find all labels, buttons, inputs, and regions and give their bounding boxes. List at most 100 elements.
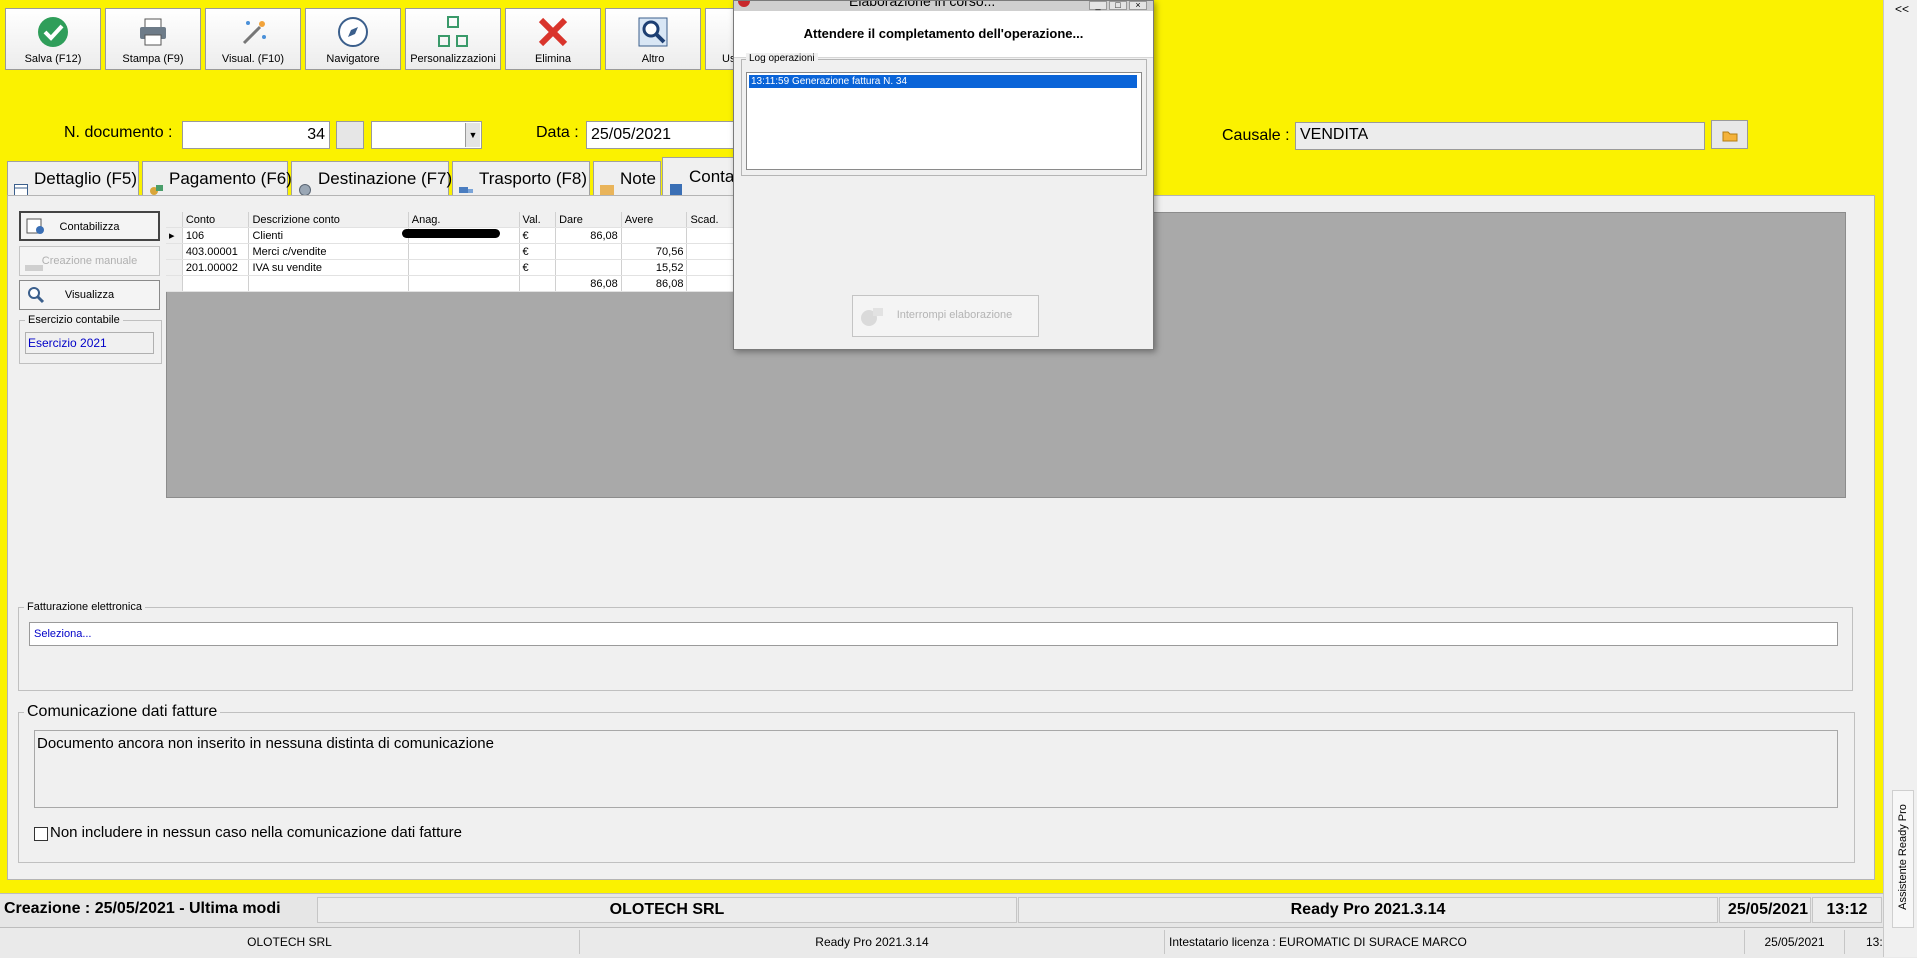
interrompi-button[interactable]: Interrompi elaborazione (852, 295, 1039, 337)
cell-conto[interactable]: 106 (182, 227, 250, 244)
esercizio-field[interactable]: Esercizio 2021 (25, 332, 154, 354)
creazione-manuale-label: Creazione manuale (41, 255, 138, 267)
column-header[interactable]: Anag. (408, 212, 520, 228)
delete-button[interactable]: Elimina (505, 8, 601, 70)
causale-field[interactable]: VENDITA (1295, 122, 1705, 150)
collapse-button[interactable]: << (1895, 2, 1909, 16)
book-icon (669, 172, 683, 196)
close-icon[interactable]: × (1129, 1, 1147, 10)
cell-anag[interactable] (408, 243, 520, 260)
truck-icon (459, 174, 473, 193)
cell-descrizione[interactable]: Merci c/vendite (248, 243, 409, 260)
note-icon (600, 174, 614, 195)
causale-lookup-button[interactable] (1711, 120, 1748, 149)
cell-scad[interactable] (686, 227, 734, 244)
navigator-label: Navigatore (326, 53, 380, 65)
app-shield-icon (738, 1, 750, 7)
creazione-manuale-button[interactable]: Creazione manuale (19, 246, 160, 276)
cell-avere[interactable] (621, 227, 688, 244)
column-header[interactable]: Descrizione conto (248, 212, 409, 228)
contabilizza-button[interactable]: Contabilizza (19, 211, 160, 241)
fatturazione-group (18, 607, 1853, 691)
cell-empty (248, 275, 409, 292)
customize-button[interactable]: Personalizzazioni (405, 8, 501, 70)
dialog-message: Attendere il completamento dell'operazio… (803, 26, 1084, 41)
exit-button[interactable]: Us (705, 8, 735, 70)
table-row[interactable]: 403.00001 Merci c/vendite € 70,56 (166, 243, 734, 260)
tab-trasporto-label: Trasporto (F8) (479, 169, 588, 188)
chevron-down-icon[interactable]: ▼ (465, 123, 480, 147)
delete-label: Elimina (534, 53, 572, 65)
assistant-tab[interactable]: Assistente Ready Pro (1892, 790, 1914, 928)
cell-scad[interactable] (686, 243, 734, 260)
column-header[interactable]: Val. (519, 212, 557, 228)
total-dare: 86,08 (555, 275, 622, 292)
minimize-icon[interactable]: _ (1089, 1, 1107, 10)
table-row[interactable]: ▸ 106 Clienti € 86,08 (166, 227, 734, 244)
visualizza-button[interactable]: Visualizza (19, 280, 160, 310)
cell-dare[interactable] (555, 259, 622, 276)
tab-dettaglio[interactable]: Dettaglio (F5) (7, 161, 139, 196)
navigator-button[interactable]: Navigatore (305, 8, 401, 70)
row-selector[interactable] (166, 243, 183, 260)
cell-valuta[interactable]: € (519, 243, 557, 260)
dialog-title: Elaborazione in corso... (849, 1, 996, 9)
tab-contabilita[interactable]: Conta (662, 157, 734, 196)
cell-avere[interactable]: 70,56 (621, 243, 688, 260)
cell-descrizione[interactable]: Clienti (248, 227, 409, 244)
comunicazione-checkbox[interactable] (34, 827, 48, 841)
comunicazione-checkbox-label[interactable]: Non includere in nessun caso nella comun… (50, 824, 462, 841)
cell-anag[interactable] (402, 227, 520, 244)
more-button[interactable]: Altro (605, 8, 701, 70)
dialog-titlebar[interactable]: Elaborazione in corso... _ □ × (734, 1, 1153, 11)
row-selector[interactable] (166, 259, 183, 276)
assistant-sidebar: << Assistente Ready Pro (1883, 0, 1917, 957)
cell-avere[interactable]: 15,52 (621, 259, 688, 276)
tab-note[interactable]: Note (593, 161, 661, 195)
cell-empty (686, 275, 734, 292)
cell-scad[interactable] (686, 259, 734, 276)
tab-pagamento[interactable]: Pagamento (F6) (142, 161, 292, 195)
maximize-icon[interactable]: □ (1109, 1, 1127, 10)
row-selector (166, 275, 183, 292)
save-label: Salva (F12) (24, 53, 82, 65)
ndoc-suffix-button[interactable] (336, 121, 364, 149)
print-button[interactable]: Stampa (F9) (105, 8, 201, 70)
customize-label: Personalizzazioni (410, 53, 496, 65)
log-list[interactable]: 13:11:59 Generazione fattura N. 34 (746, 72, 1142, 170)
column-header[interactable]: Conto (182, 212, 250, 228)
folder-icon (1722, 127, 1738, 149)
cell-descrizione[interactable]: IVA su vendite (248, 259, 409, 276)
save-button[interactable]: Salva (F12) (5, 8, 101, 70)
table-row[interactable]: 201.00002 IVA su vendite € 15,52 (166, 259, 734, 276)
redaction-mark (402, 229, 500, 238)
cell-conto[interactable]: 201.00002 (182, 259, 250, 276)
dialog-message-area: Attendere il completamento dell'operazio… (734, 11, 1153, 58)
column-header[interactable]: Avere (621, 212, 688, 228)
list-item[interactable]: 13:11:59 Generazione fattura N. 34 (749, 75, 1137, 88)
fatturazione-select[interactable]: Seleziona... (29, 622, 1838, 646)
series-select[interactable]: ▼ (371, 121, 482, 149)
totals-row: 86,08 86,08 (166, 275, 734, 292)
date-field[interactable]: 25/05/2021 (586, 121, 734, 149)
globe-icon (298, 174, 312, 196)
column-header[interactable]: Dare (555, 212, 622, 228)
cell-dare[interactable]: 86,08 (555, 227, 622, 244)
tab-trasporto[interactable]: Trasporto (F8) (452, 161, 590, 195)
print-label: Stampa (F9) (122, 53, 184, 65)
cell-dare[interactable] (555, 243, 622, 260)
status-bar: Creazione : 25/05/2021 - Ultima modi OLO… (0, 893, 1883, 928)
preview-button[interactable]: Visual. (F10) (205, 8, 301, 70)
column-header[interactable]: Scad. (686, 212, 734, 228)
interrompi-label: Interrompi elaborazione (896, 309, 1013, 321)
cell-valuta[interactable]: € (519, 259, 557, 276)
tab-destinazione[interactable]: Destinazione (F7) (291, 161, 452, 196)
cell-anag[interactable] (408, 259, 520, 276)
tab-note-label: Note (620, 169, 656, 188)
row-indicator-icon: ▸ (166, 227, 183, 244)
cell-conto[interactable]: 403.00001 (182, 243, 250, 260)
cell-valuta[interactable]: € (519, 227, 557, 244)
status2-date: 25/05/2021 (1745, 930, 1845, 954)
accounting-grid: Conto Descrizione conto Anag. Val. Dare … (166, 212, 734, 292)
ndoc-field[interactable]: 34 (182, 121, 330, 149)
